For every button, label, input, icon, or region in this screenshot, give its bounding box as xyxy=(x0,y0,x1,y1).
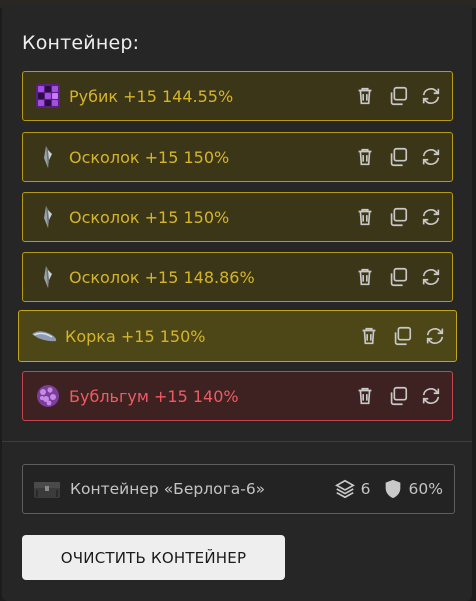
container-name: Контейнер «Берлога-6» xyxy=(70,480,266,498)
copy-icon[interactable] xyxy=(386,384,410,408)
refresh-icon[interactable] xyxy=(419,265,443,289)
item-label: Осколок +15 150% xyxy=(69,147,230,167)
copy-icon[interactable] xyxy=(390,324,414,348)
divider xyxy=(2,441,472,442)
item-label: Бубльгум +15 140% xyxy=(69,386,239,406)
copy-icon[interactable] xyxy=(386,205,410,229)
chest-icon xyxy=(34,482,60,498)
shard-icon xyxy=(34,263,62,291)
list-item-shard[interactable]: Осколок +15 150% xyxy=(22,192,453,242)
item-label: Корка +15 150% xyxy=(65,326,206,346)
layers-value: 6 xyxy=(360,480,371,498)
clear-container-button[interactable]: ОЧИСТИТЬ КОНТЕЙНЕР xyxy=(22,535,285,580)
item-label: Осколок +15 150% xyxy=(69,207,230,227)
rubik-cube-icon xyxy=(34,82,62,110)
protection-value: 60% xyxy=(408,480,443,498)
list-item-bubblegum[interactable]: Бубльгум +15 140% xyxy=(22,371,453,421)
item-label: Осколок +15 148.86% xyxy=(69,267,255,287)
list-item-crust[interactable]: Корка +15 150% xyxy=(18,310,457,362)
trash-icon[interactable] xyxy=(353,84,377,108)
trash-icon[interactable] xyxy=(353,205,377,229)
refresh-icon[interactable] xyxy=(419,384,443,408)
shard-icon xyxy=(34,203,62,231)
shard-icon xyxy=(34,143,62,171)
copy-icon[interactable] xyxy=(386,84,410,108)
list-item-shard[interactable]: Осколок +15 150% xyxy=(22,132,453,182)
shield-icon xyxy=(385,479,400,499)
refresh-icon[interactable] xyxy=(419,84,443,108)
copy-icon[interactable] xyxy=(386,265,410,289)
protection-stat: 60% xyxy=(382,478,443,500)
container-title: Контейнер: xyxy=(22,32,140,54)
list-item-rubik[interactable]: Рубик +15 144.55% xyxy=(22,71,453,121)
trash-icon[interactable] xyxy=(357,324,381,348)
refresh-icon[interactable] xyxy=(419,145,443,169)
refresh-icon[interactable] xyxy=(419,205,443,229)
copy-icon[interactable] xyxy=(386,145,410,169)
trash-icon[interactable] xyxy=(353,145,377,169)
bubblegum-icon xyxy=(34,382,62,410)
item-label: Рубик +15 144.55% xyxy=(69,86,234,106)
layers-stat: 6 xyxy=(334,478,371,500)
list-item-shard[interactable]: Осколок +15 148.86% xyxy=(22,252,453,302)
trash-icon[interactable] xyxy=(353,384,377,408)
layers-icon xyxy=(334,479,355,499)
refresh-icon[interactable] xyxy=(423,324,447,348)
crust-icon xyxy=(30,322,58,350)
trash-icon[interactable] xyxy=(353,265,377,289)
container-box-row[interactable]: Контейнер «Берлога-6» 6 60% xyxy=(22,464,455,514)
